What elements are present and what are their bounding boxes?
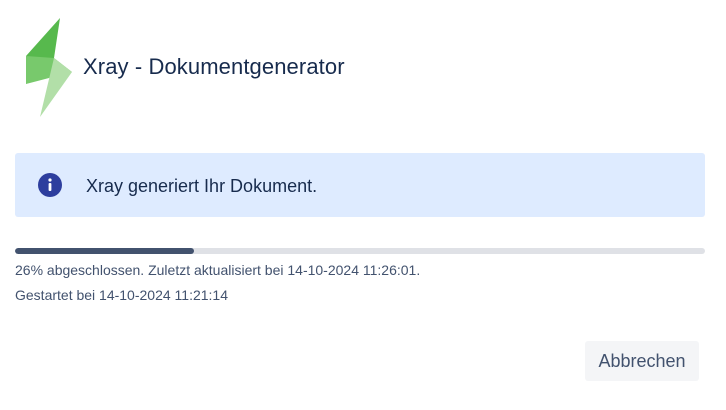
banner-message: Xray generiert Ihr Dokument.: [86, 176, 318, 196]
dialog-header: Xray - Dokumentgenerator: [24, 18, 345, 118]
info-icon: [38, 173, 62, 197]
progress-status-text: 26% abgeschlossen. Zuletzt aktualisiert …: [15, 262, 421, 278]
progress-bar: [15, 248, 705, 254]
started-time-text: Gestartet bei 14-10-2024 11:21:14: [15, 287, 229, 303]
info-banner: Xray generiert Ihr Dokument.: [15, 153, 705, 217]
progress-bar-fill: [15, 248, 195, 254]
cancel-button[interactable]: Abbrechen: [585, 341, 699, 381]
page-title: Xray - Dokumentgenerator: [83, 54, 345, 79]
xray-lightning-icon: [26, 18, 72, 117]
